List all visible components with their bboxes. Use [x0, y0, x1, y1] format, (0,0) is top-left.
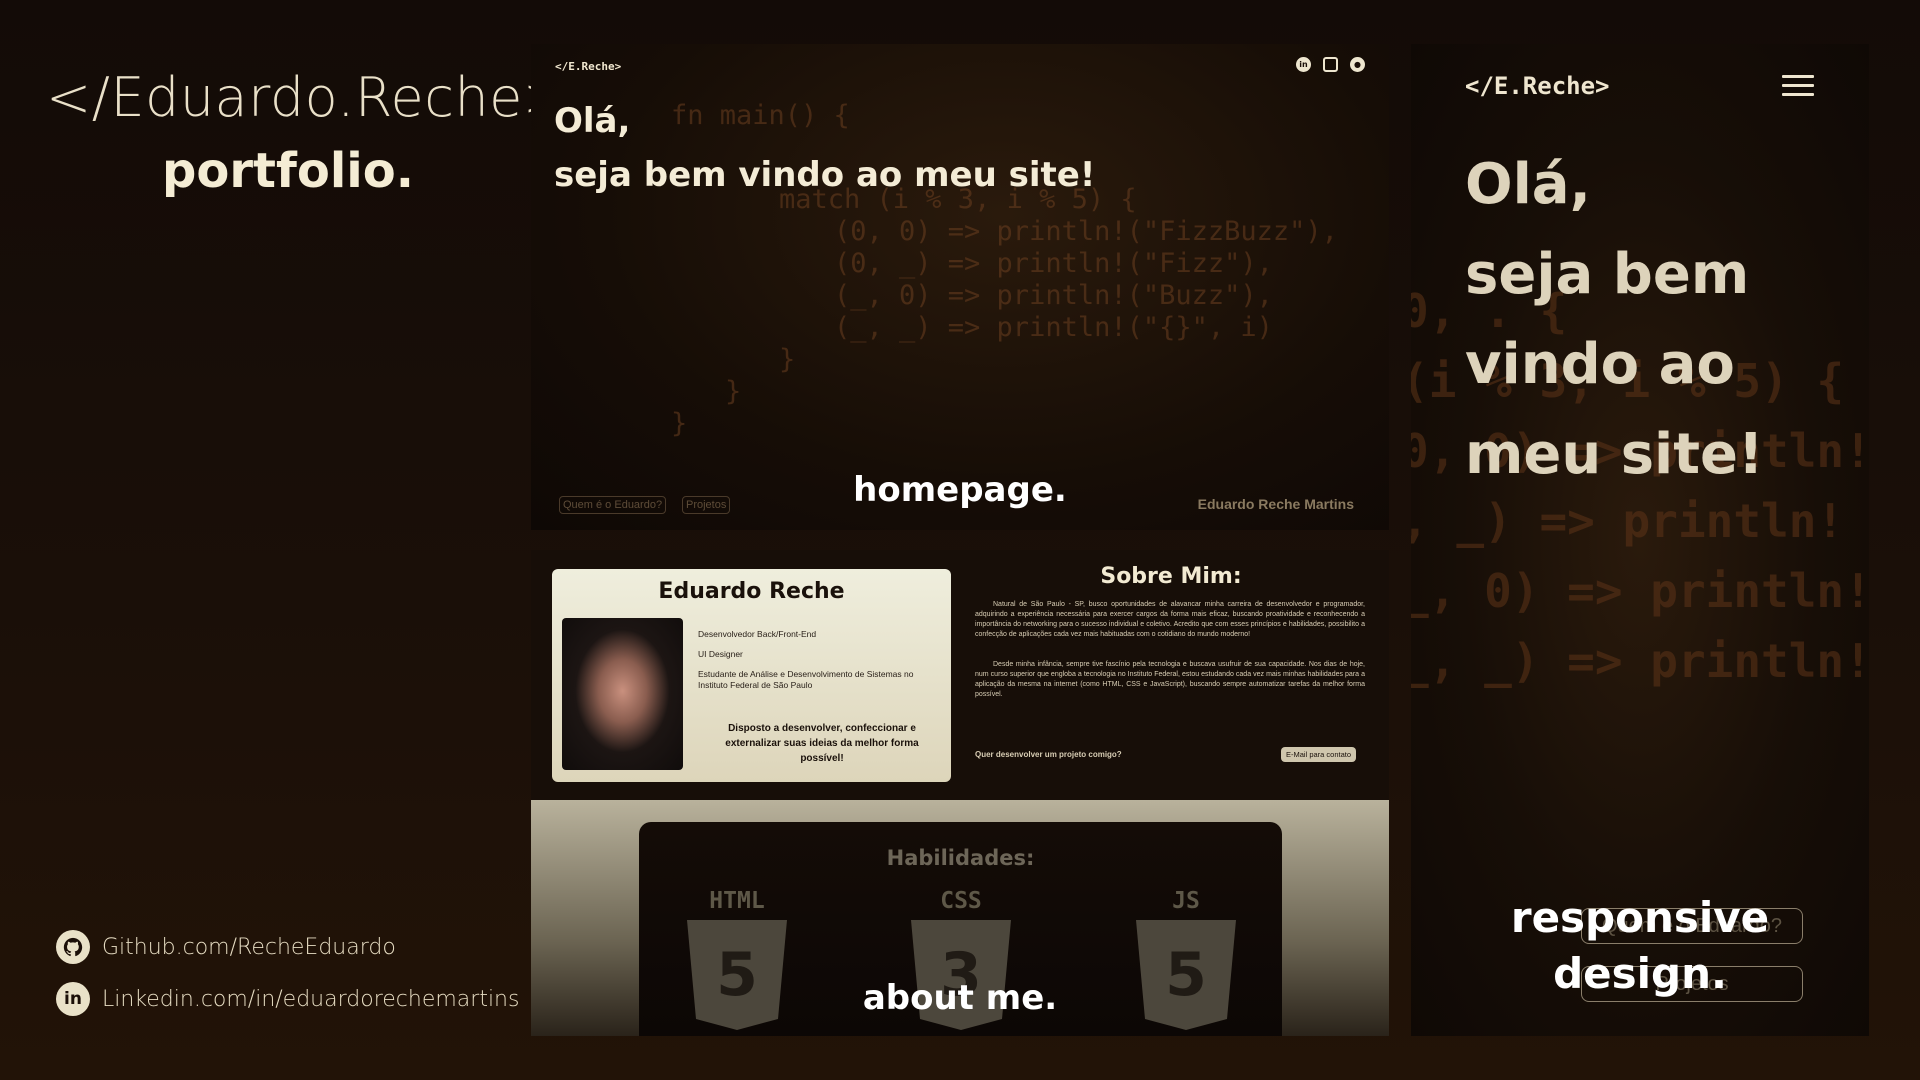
code-line: (0, 0) => println!("FizzBuzz"),: [834, 216, 1338, 247]
caption-about: about me.: [862, 978, 1058, 1018]
hero-greeting-line1: Olá,: [554, 101, 631, 141]
mobile-greeting-line: meu site!: [1465, 422, 1764, 487]
linkedin-link[interactable]: in Linkedin.com/in/eduardorechemartins: [56, 982, 519, 1016]
hero-greeting: Olá, seja bem vindo ao meu site!: [554, 94, 1095, 202]
code-line: (0, _) => println!("Fizz"),: [834, 248, 1273, 279]
caption-responsive-line1: responsive: [1510, 893, 1770, 942]
github-icon: [56, 930, 90, 964]
profile-tagline: Disposto a desenvolver, confeccionar e e…: [725, 723, 919, 764]
profile-name: Eduardo Reche: [658, 579, 845, 604]
about-title: Sobre Mim:: [1100, 564, 1242, 589]
brand-block: </Eduardo.Reche> portfolio.: [46, 66, 569, 199]
social-icons: in ●: [1296, 57, 1365, 72]
brand-title: </Eduardo.Reche>: [46, 66, 569, 129]
code-line: (_, _) => println!("{}", i): [834, 312, 1273, 343]
linkedin-icon[interactable]: in: [1296, 57, 1311, 72]
skills-title: Habilidades:: [886, 846, 1035, 870]
linkedin-icon: in: [56, 982, 90, 1016]
code-line: _, 0) => println!: [1411, 564, 1869, 618]
about-preview: Eduardo Reche Desenvolvedor Back/Front-E…: [531, 550, 1389, 1036]
profile-photo: [562, 618, 683, 770]
about-bio-paragraph: Desde minha infância, sempre tive fascín…: [975, 661, 1365, 698]
github-link[interactable]: Github.com/RecheEduardo: [56, 930, 396, 964]
caption-homepage: homepage.: [853, 470, 1067, 510]
linkedin-link-text: Linkedin.com/in/eduardorechemartins: [102, 986, 520, 1012]
caption-responsive-line2: design.: [1553, 949, 1727, 998]
about-bio-paragraph: Natural de São Paulo - SP, busco oportun…: [975, 601, 1365, 638]
profile-role: Estudante de Análise e Desenvolvimento d…: [698, 669, 914, 690]
code-line: , _) => println!: [1411, 494, 1845, 548]
brand-subtitle: portfolio.: [162, 143, 414, 199]
hero-greeting-line2: seja bem vindo ao meu site!: [554, 155, 1096, 195]
mobile-hero-greeting: Olá, seja bem vindo ao meu site!: [1465, 140, 1764, 500]
github-icon[interactable]: ●: [1350, 57, 1365, 72]
profile-card: Eduardo Reche Desenvolvedor Back/Front-E…: [552, 569, 951, 782]
mobile-greeting-line: seja bem: [1465, 242, 1750, 307]
skill-label: HTML: [709, 888, 765, 914]
caption-responsive: responsive design.: [1411, 890, 1869, 1002]
email-contact-button[interactable]: E-Mail para contato: [1281, 747, 1357, 762]
github-link-text: Github.com/RecheEduardo: [102, 934, 396, 960]
profile-role: Desenvolvedor Back/Front-End: [698, 629, 817, 639]
mobile-site-logo[interactable]: </E.Reche>: [1465, 72, 1610, 100]
code-line: (_, 0) => println!("Buzz"),: [834, 280, 1273, 311]
profile-role: UI Designer: [698, 649, 743, 659]
code-line: }: [725, 376, 742, 407]
menu-icon[interactable]: [1782, 75, 1814, 99]
site-logo[interactable]: </E.Reche>: [555, 60, 621, 73]
skill-label: CSS: [940, 888, 982, 914]
mobile-greeting-line: Olá,: [1465, 152, 1591, 217]
homepage-preview: fn main() { match (i % 3, i % 5) { (0, 0…: [531, 44, 1389, 530]
code-line: _, _) => println!: [1411, 634, 1869, 688]
mobile-preview: 0, . { (i % 3, i % 5) { 0, 0) => println…: [1411, 44, 1869, 1036]
about-cta-text: Quer desenvolver um projeto comigo?: [975, 750, 1122, 759]
instagram-icon[interactable]: [1323, 57, 1338, 72]
code-line: }: [779, 344, 796, 375]
skill-label: JS: [1172, 888, 1200, 914]
code-line: }: [671, 408, 688, 439]
mobile-greeting-line: vindo ao: [1465, 332, 1735, 397]
